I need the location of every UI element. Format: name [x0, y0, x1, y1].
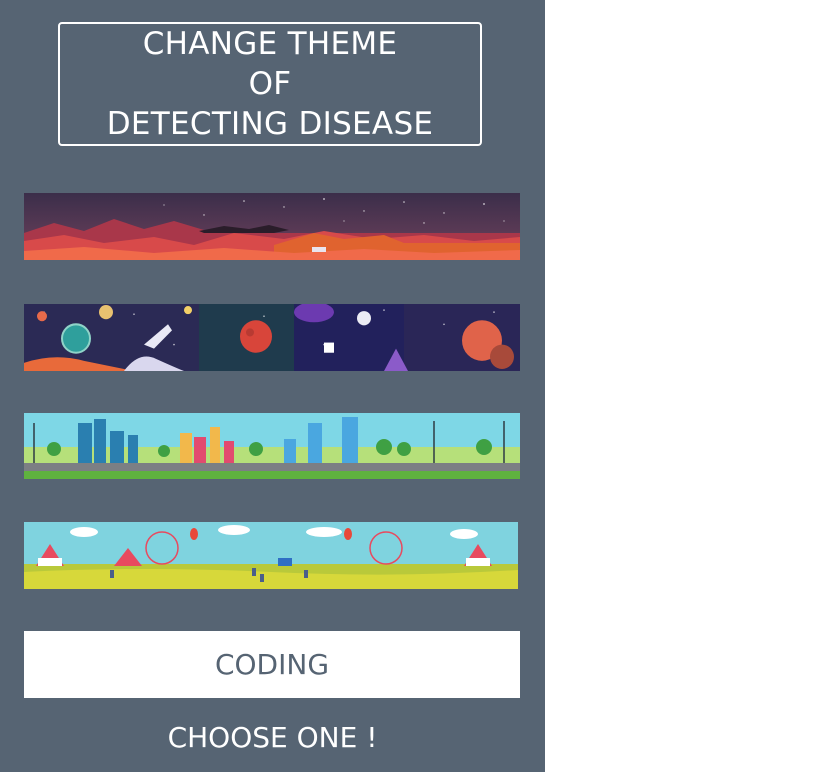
space-planets-image — [24, 304, 520, 371]
title-line-2: OF — [248, 66, 292, 102]
title-box: CHANGE THEME OF DETECTING DISEASE — [58, 22, 482, 146]
amusement-fair-image — [24, 522, 518, 589]
main-content-area — [545, 0, 817, 772]
theme-option-city-park[interactable] — [24, 413, 520, 479]
theme-sidebar: CHANGE THEME OF DETECTING DISEASE CODING… — [0, 0, 545, 772]
current-theme-label: CODING — [214, 648, 330, 681]
theme-option-amusement-fair[interactable] — [24, 522, 518, 589]
theme-option-mars-landscape[interactable] — [24, 193, 520, 260]
current-theme-button[interactable]: CODING — [24, 631, 520, 698]
title-line-1: CHANGE THEME — [142, 26, 398, 62]
title-line-3: DETECTING DISEASE — [106, 106, 434, 142]
city-park-image — [24, 413, 520, 479]
choose-prompt: CHOOSE ONE ! — [167, 721, 378, 754]
theme-option-space-planets[interactable] — [24, 304, 520, 371]
mars-landscape-image — [24, 193, 520, 260]
